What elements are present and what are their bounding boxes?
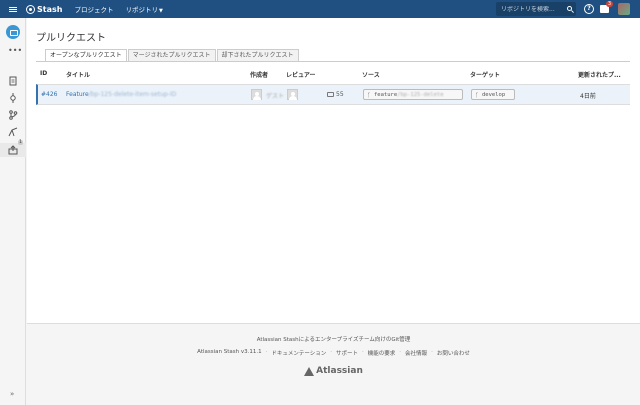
- footer-link-documentation[interactable]: ドキュメンテーション: [271, 349, 326, 357]
- pr-title-blurred: /bp-125-delete-item-setup-ID: [88, 91, 177, 98]
- footer-link-support[interactable]: サポート: [336, 349, 358, 357]
- column-updated[interactable]: 更新されたプ...: [578, 70, 621, 79]
- column-target[interactable]: ターゲット: [470, 70, 500, 79]
- pull-requests-count: 1: [18, 140, 23, 145]
- table-header: ID タイトル 作成者 レビュアー ソース ターゲット 更新されたプ...: [36, 70, 630, 82]
- inbox-badge: 3: [605, 1, 613, 7]
- stash-logo[interactable]: Stash: [26, 4, 63, 14]
- author-name: ゲスト: [266, 93, 285, 100]
- comment-icon: [327, 92, 334, 97]
- expand-sidebar-icon[interactable]: »: [10, 390, 14, 398]
- page-footer: Atlassian Stashによるエンタープライズチーム向けのGit管理 At…: [27, 323, 640, 405]
- commits-icon[interactable]: [8, 93, 18, 103]
- column-id[interactable]: ID: [40, 70, 47, 77]
- column-source[interactable]: ソース: [362, 70, 380, 79]
- brand-name: Stash: [37, 4, 63, 14]
- footer-separator: ·: [399, 349, 402, 355]
- atlassian-logo-icon: [304, 366, 315, 376]
- tab-merged[interactable]: マージされたプルリクエスト: [127, 49, 216, 61]
- footer-version: Atlassian Stash v3.11.1: [197, 349, 262, 355]
- footer-separator: ·: [330, 349, 333, 355]
- page-title: プルリクエスト: [36, 33, 106, 44]
- footer-separator: ·: [362, 349, 364, 355]
- pr-id[interactable]: #426: [41, 91, 57, 98]
- author-avatar[interactable]: [251, 89, 262, 100]
- graph-icon[interactable]: [8, 127, 18, 137]
- user-avatar[interactable]: [618, 3, 630, 15]
- repository-search: [496, 2, 576, 16]
- column-title[interactable]: タイトル: [66, 70, 90, 79]
- stash-logo-icon: [26, 4, 35, 14]
- updated-time: 4日前: [580, 93, 596, 100]
- top-navigation-bar: Stash プロジェクト リポジトリ▼ ? 3: [0, 0, 640, 18]
- source-branch-lozenge[interactable]: ᚴ feature/bp-125-delete: [363, 89, 463, 100]
- branch-icon: ᚴ: [367, 92, 371, 99]
- help-icon[interactable]: ?: [584, 4, 594, 14]
- repository-sidebar: ••• 1 »: [0, 18, 26, 405]
- source-branch-blurred: /bp-125-delete: [397, 92, 444, 98]
- nav-repositories-label: リポジトリ: [125, 6, 158, 14]
- inbox-icon[interactable]: 3: [600, 1, 613, 13]
- main-content: プルリクエスト オープンなプルリクエスト マージされたプルリクエスト 却下された…: [27, 18, 640, 323]
- footer-separator: ·: [431, 349, 433, 355]
- search-icon[interactable]: [567, 6, 572, 11]
- column-author[interactable]: 作成者: [250, 70, 268, 79]
- footer-link-contact[interactable]: お問い合わせ: [437, 349, 470, 357]
- target-branch-name: develop: [482, 92, 506, 98]
- footer-separator: ·: [265, 349, 268, 355]
- reviewer-avatar[interactable]: [287, 89, 298, 100]
- branches-icon[interactable]: [8, 110, 18, 120]
- menu-icon[interactable]: [0, 0, 26, 18]
- nav-repositories[interactable]: リポジトリ▼: [125, 4, 162, 14]
- pr-title[interactable]: Feature/bp-125-delete-item-setup-ID: [66, 91, 176, 98]
- footer-links: Atlassian Stash v3.11.1 · ドキュメンテーション · サ…: [27, 349, 640, 357]
- source-branch-name: feature: [374, 92, 398, 98]
- footer-tagline[interactable]: Atlassian Stashによるエンタープライズチーム向けのGit管理: [27, 335, 640, 343]
- tab-declined[interactable]: 却下されたプルリクエスト: [216, 49, 299, 61]
- more-options-icon[interactable]: •••: [8, 47, 22, 55]
- chevron-down-icon: ▼: [158, 8, 163, 14]
- atlassian-logo-text: Atlassian: [316, 366, 363, 376]
- nav-projects[interactable]: プロジェクト: [74, 4, 113, 14]
- comment-count: 55: [336, 91, 344, 98]
- pr-title-visible: Feature: [66, 91, 89, 98]
- table-row[interactable]: #426 Feature/bp-125-delete-item-setup-ID…: [36, 84, 630, 105]
- footer-link-feature-request[interactable]: 機能の要求: [368, 349, 396, 357]
- branch-icon: ᚴ: [475, 92, 479, 99]
- search-input[interactable]: [501, 5, 561, 13]
- pull-requests-icon[interactable]: 1: [0, 140, 26, 157]
- tabs-divider: [36, 61, 630, 62]
- source-icon[interactable]: [8, 76, 18, 86]
- atlassian-logo[interactable]: Atlassian: [27, 366, 640, 376]
- column-reviewers[interactable]: レビュアー: [286, 70, 316, 79]
- footer-link-about[interactable]: 会社情報: [405, 349, 427, 357]
- target-branch-lozenge[interactable]: ᚴ develop: [471, 89, 515, 100]
- repository-avatar-icon[interactable]: [6, 25, 20, 39]
